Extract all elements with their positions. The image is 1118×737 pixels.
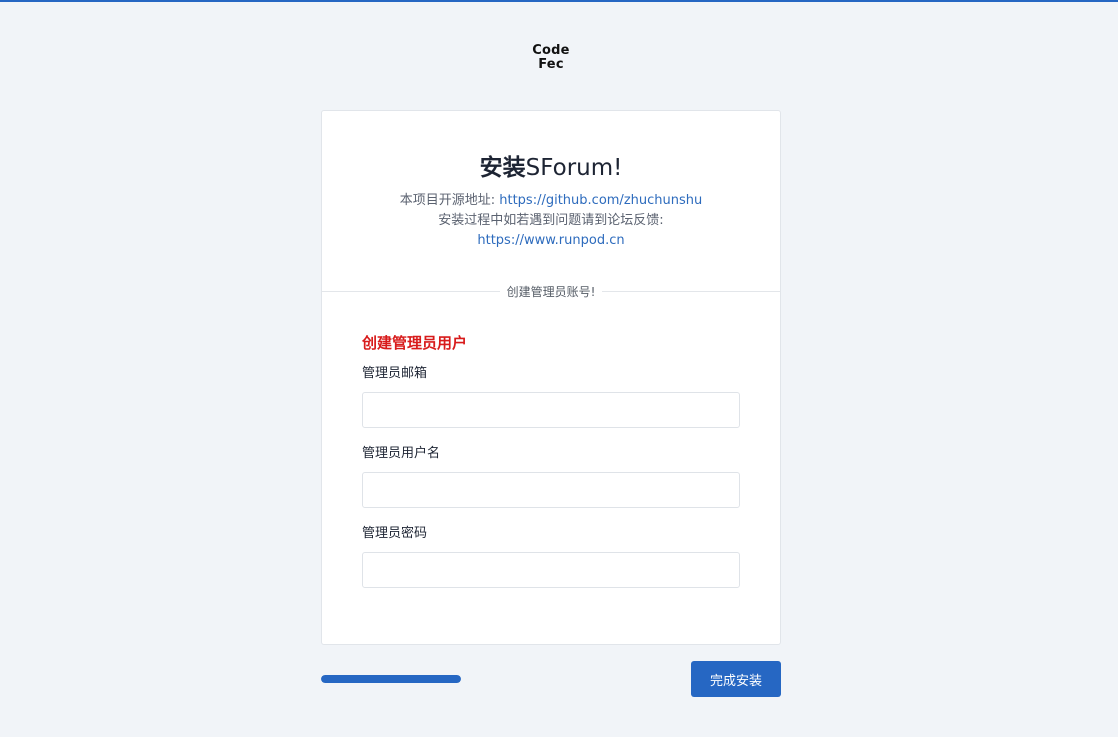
title-bold: 安装: [479, 155, 526, 181]
repo-prefix: 本项目开源地址:: [399, 193, 500, 208]
admin-username-input[interactable]: [362, 472, 740, 508]
install-description: 本项目开源地址: https://github.com/zhuchunshu 安…: [321, 191, 781, 251]
page-title: 安装SForum!: [321, 152, 781, 184]
form-section-title: 创建管理员用户: [362, 334, 468, 352]
help-text: 安装过程中如若遇到问题请到论坛反馈:: [438, 213, 664, 228]
title-rest: SForum!: [525, 155, 623, 181]
top-accent-bar: [0, 0, 1118, 2]
install-progress-bar: [321, 675, 461, 683]
divider-label: 创建管理员账号!: [500, 283, 602, 301]
logo-line-1: Code: [532, 43, 570, 58]
finish-install-button[interactable]: 完成安装: [691, 661, 781, 697]
logo-line-2: Fec: [538, 57, 564, 72]
install-progress-fill: [321, 675, 461, 683]
admin-email-label: 管理员邮箱: [362, 366, 428, 381]
repo-link[interactable]: https://github.com/zhuchunshu: [499, 193, 702, 208]
admin-password-label: 管理员密码: [362, 526, 428, 541]
admin-email-input[interactable]: [362, 392, 740, 428]
admin-username-label: 管理员用户名: [362, 446, 441, 461]
admin-password-input[interactable]: [362, 552, 740, 588]
repo-line: 本项目开源地址: https://github.com/zhuchunshu: [321, 191, 781, 211]
forum-link[interactable]: https://www.runpod.cn: [477, 233, 624, 248]
codefec-logo: Code Fec: [528, 44, 574, 72]
